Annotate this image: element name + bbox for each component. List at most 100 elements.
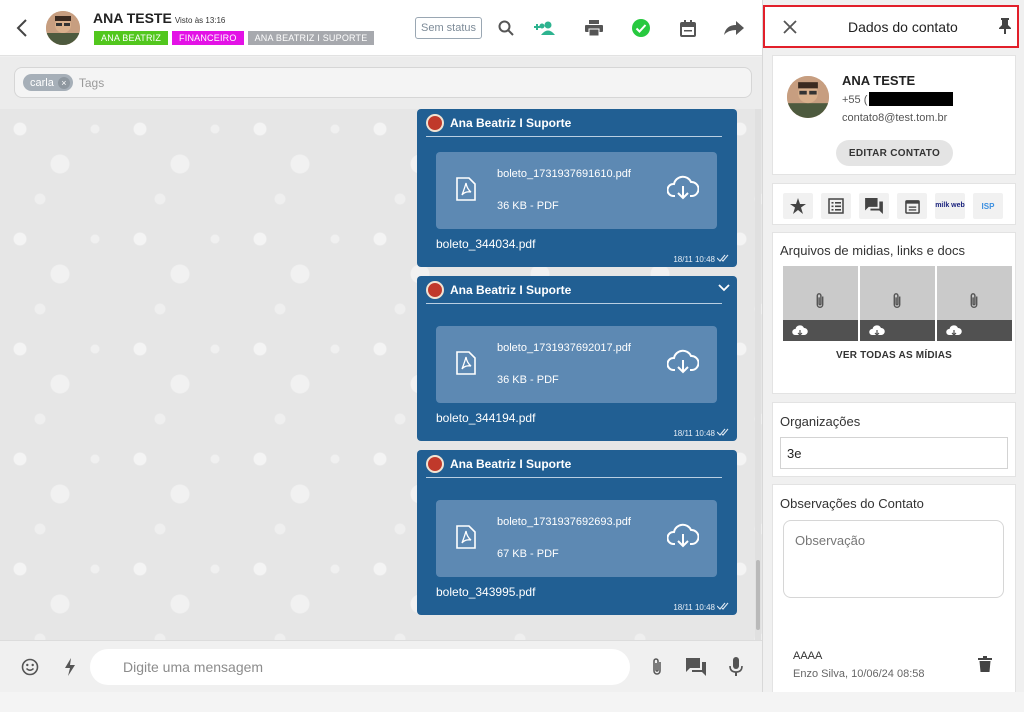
schedule-icon[interactable] <box>897 193 927 219</box>
delete-note-icon[interactable] <box>978 656 992 672</box>
download-icon <box>792 325 808 336</box>
redacted-phone <box>869 92 953 106</box>
sender-avatar <box>426 113 444 132</box>
media-download-bar[interactable] <box>783 320 858 341</box>
download-icon[interactable] <box>666 522 700 550</box>
contact-card: ANA TESTE +55 ( contato8@test.tom.br EDI… <box>772 55 1016 175</box>
notes-input[interactable] <box>783 520 1004 598</box>
message-bubble[interactable]: Ana Beatriz I Suporte boleto_173193769201… <box>417 276 737 441</box>
edit-contact-button[interactable]: EDITAR CONTATO <box>836 140 953 166</box>
contact-name[interactable]: ANA TESTE Visto às 13:16 <box>93 10 225 26</box>
media-download-bar[interactable] <box>860 320 935 341</box>
message-caption: boleto_343995.pdf <box>436 585 536 599</box>
back-arrow-icon[interactable] <box>10 16 34 40</box>
isp-icon[interactable]: ISP <box>973 193 1003 219</box>
message-time: 18/11 10:48 <box>673 602 731 612</box>
contact-name: ANA TESTE <box>842 73 916 88</box>
contact-panel: Dados do contato ANA TESTE +55 ( contato… <box>762 0 1024 712</box>
close-icon[interactable] <box>782 19 800 37</box>
tags-input[interactable]: carla × Tags <box>14 67 752 98</box>
microphone-icon[interactable] <box>724 655 748 679</box>
file-size: 67 KB - PDF <box>497 548 559 560</box>
sender-name: Ana Beatriz I Suporte <box>450 115 572 130</box>
message-divider <box>426 136 722 137</box>
milkweb-icon[interactable]: milk web <box>935 193 965 219</box>
chat-scroll-thumb[interactable] <box>756 560 760 630</box>
notes-title: Observações do Contato <box>780 496 924 511</box>
list-icon[interactable] <box>821 193 851 219</box>
tags-placeholder: Tags <box>78 75 105 90</box>
double-check-icon <box>716 254 731 264</box>
organizations-title: Organizações <box>780 414 861 429</box>
search-icon[interactable] <box>492 14 520 42</box>
chat-messages[interactable]: Ana Beatriz I Suporte boleto_173193769161… <box>0 109 762 640</box>
message-divider <box>426 477 722 478</box>
message-timestamp: 18/11 10:48 <box>673 602 715 612</box>
chat-icon[interactable] <box>859 193 889 219</box>
message-bubble[interactable]: Ana Beatriz I Suporte boleto_173193769269… <box>417 450 737 615</box>
attachment-icon <box>967 292 981 310</box>
calendar-icon[interactable] <box>674 14 702 42</box>
chat-header: ANA TESTE Visto às 13:16 ANA BEATRIZ FINAN… <box>0 0 762 56</box>
panel-header: Dados do contato <box>763 5 1019 48</box>
bottom-strip <box>0 692 1024 712</box>
view-all-media-link[interactable]: VER TODAS AS MÍDIAS <box>773 350 1015 361</box>
double-check-icon <box>716 602 731 612</box>
sender-avatar <box>426 280 444 299</box>
quick-reply-icon[interactable] <box>58 655 82 679</box>
check-circle-icon[interactable] <box>627 14 655 42</box>
panel-title: Dados do contato <box>848 19 958 35</box>
file-attachment[interactable]: boleto_1731937692693.pdf 67 KB - PDF <box>436 500 717 577</box>
organizations-section: Organizações <box>772 402 1016 477</box>
tags-bar: carla × Tags <box>0 57 762 109</box>
download-icon <box>869 325 885 336</box>
download-icon[interactable] <box>666 348 700 376</box>
attach-icon[interactable] <box>645 655 669 679</box>
attachment-icon <box>890 292 904 310</box>
tag-chip: carla × <box>23 74 73 91</box>
message-time: 18/11 10:48 <box>673 254 731 264</box>
download-icon <box>946 325 962 336</box>
file-size: 36 KB - PDF <box>497 200 559 212</box>
contact-actions: milk web ISP <box>772 183 1016 225</box>
message-bubble[interactable]: Ana Beatriz I Suporte boleto_173193769161… <box>417 109 737 267</box>
message-divider <box>426 303 722 304</box>
notes-section: Observações do Contato AAAA Enzo Silva, … <box>772 484 1016 692</box>
pdf-file-icon <box>456 525 476 549</box>
message-timestamp: 18/11 10:48 <box>673 254 715 264</box>
forward-icon[interactable] <box>720 14 748 42</box>
media-tile[interactable] <box>937 266 1012 341</box>
message-caption: boleto_344194.pdf <box>436 411 536 425</box>
group-add-icon[interactable] <box>531 14 559 42</box>
remove-tag-icon[interactable]: × <box>57 76 70 89</box>
message-sender: Ana Beatriz I Suporte <box>417 276 737 303</box>
emoji-icon[interactable] <box>18 655 42 679</box>
note-meta: Enzo Silva, 10/06/24 08:58 <box>793 668 925 680</box>
message-input[interactable] <box>90 649 630 685</box>
composer <box>0 640 762 692</box>
message-sender: Ana Beatriz I Suporte <box>417 109 737 136</box>
star-icon[interactable] <box>783 193 813 219</box>
quick-messages-icon[interactable] <box>684 655 708 679</box>
note-text: AAAA <box>793 650 823 662</box>
tag-chip-label: carla <box>30 76 54 89</box>
file-attachment[interactable]: boleto_1731937691610.pdf 36 KB - PDF <box>436 152 717 229</box>
media-tile[interactable] <box>783 266 858 341</box>
print-icon[interactable] <box>580 14 608 42</box>
sender-name: Ana Beatriz I Suporte <box>450 456 572 471</box>
file-name: boleto_1731937692693.pdf <box>497 516 631 528</box>
pin-icon[interactable] <box>999 18 1015 36</box>
contact-email: contato8@test.tom.br <box>842 112 948 124</box>
media-tile[interactable] <box>860 266 935 341</box>
file-name: boleto_1731937691610.pdf <box>497 168 631 180</box>
avatar[interactable] <box>46 11 80 45</box>
media-download-bar[interactable] <box>937 320 1012 341</box>
file-attachment[interactable]: boleto_1731937692017.pdf 36 KB - PDF <box>436 326 717 403</box>
organization-field[interactable] <box>780 437 1008 469</box>
download-icon[interactable] <box>666 174 700 202</box>
media-section: Arquivos de midias, links e docs VER TOD… <box>772 232 1016 394</box>
attachment-icon <box>813 292 827 310</box>
status-selector[interactable]: Sem status <box>415 17 483 39</box>
sender-avatar <box>426 454 444 473</box>
chevron-down-icon[interactable] <box>717 281 731 295</box>
